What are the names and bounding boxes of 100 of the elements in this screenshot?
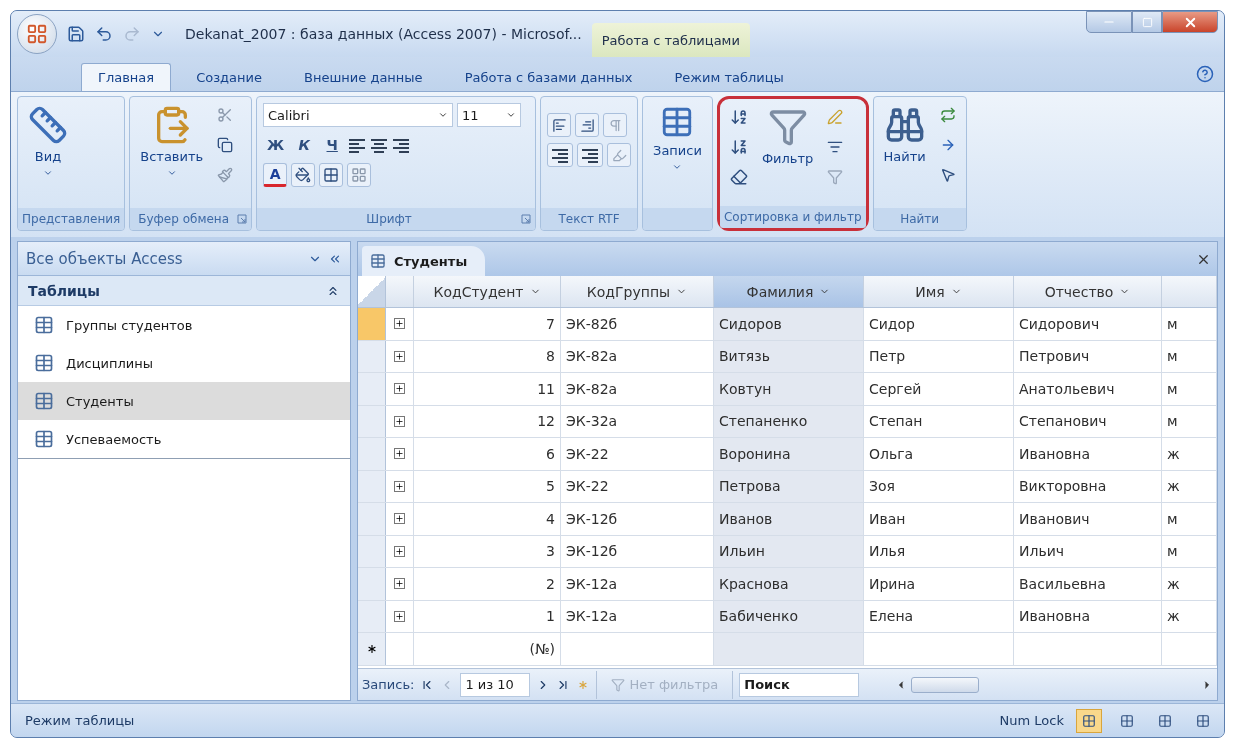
ribbon-tab[interactable]: Создание — [179, 63, 279, 91]
table-cell: Зоя — [864, 470, 1014, 502]
column-header[interactable]: Фамилия — [714, 276, 864, 307]
nav-item[interactable]: Успеваемость — [18, 420, 350, 458]
outdent-button[interactable] — [575, 113, 600, 137]
font-name-value: Calibri — [268, 107, 310, 123]
font-color-button[interactable]: A — [263, 163, 288, 187]
table-cell: Сидорович — [1014, 308, 1162, 340]
table-cell: Васильевна — [1014, 568, 1162, 600]
search-field[interactable]: Поиск — [739, 672, 860, 697]
record-position-field[interactable]: 1 из 10 — [460, 672, 531, 697]
expand-icon[interactable] — [394, 545, 405, 557]
undo-icon[interactable] — [95, 25, 113, 43]
section-header[interactable]: Таблицы — [18, 276, 350, 306]
gridlines-button[interactable] — [319, 163, 344, 187]
indent-button[interactable] — [547, 113, 572, 137]
group-label: Найти — [873, 208, 966, 230]
save-icon[interactable] — [67, 25, 85, 43]
table-cell: ж — [1162, 470, 1217, 502]
records-button[interactable]: Записи — [649, 103, 706, 174]
row-color-button[interactable] — [347, 163, 372, 187]
font-style-button[interactable]: Ж — [263, 133, 289, 157]
column-header[interactable]: Отчество — [1014, 276, 1162, 307]
table-cell: 1 — [414, 600, 561, 632]
expand-icon[interactable] — [394, 610, 405, 622]
bullet-list-button[interactable] — [577, 143, 604, 167]
grid-icon — [1082, 713, 1096, 728]
table-cell: м — [1162, 308, 1217, 340]
table-cell: Илья — [864, 535, 1014, 567]
expand-icon[interactable] — [394, 318, 405, 330]
table-icon — [34, 353, 54, 373]
table-cell: 11 — [414, 373, 561, 405]
table-cell: Бабиченко — [714, 600, 864, 632]
table-cell: Степан — [864, 405, 1014, 437]
scrollbar-thumb[interactable] — [911, 676, 980, 693]
font-size-value: 11 — [462, 107, 479, 123]
table-cell: Воронина — [714, 438, 864, 470]
maximize-button[interactable] — [1132, 11, 1162, 33]
table-cell: 2 — [414, 568, 561, 600]
table-cell: Елена — [864, 600, 1014, 632]
column-header[interactable]: КодСтудент — [414, 276, 561, 307]
dialog-launcher-icon[interactable] — [237, 214, 248, 224]
table-icon — [34, 391, 54, 411]
font-size-field[interactable]: 11 — [457, 103, 522, 127]
expand-icon[interactable] — [394, 383, 405, 395]
nav-item[interactable]: Студенты — [18, 382, 350, 420]
help-button[interactable] — [1196, 65, 1214, 83]
fill-color-button[interactable] — [291, 163, 316, 187]
ribbon-tab[interactable]: Внешние данные — [287, 63, 440, 91]
ribbon-tab[interactable]: Работа с базами данных — [447, 63, 650, 91]
expand-icon[interactable] — [394, 415, 405, 427]
expand-icon[interactable] — [394, 350, 405, 362]
table-cell: Сергей — [864, 373, 1014, 405]
paragraph-button[interactable] — [603, 113, 628, 137]
grid-icon — [1120, 713, 1134, 728]
view-switch-button[interactable] — [1076, 708, 1102, 733]
numbered-list-button[interactable] — [547, 143, 574, 167]
expand-icon[interactable] — [394, 480, 405, 492]
expand-icon[interactable] — [394, 578, 405, 590]
align-right-icon — [392, 136, 411, 154]
nav-item[interactable]: Группы студентов — [18, 306, 350, 344]
column-header[interactable]: Имя — [864, 276, 1014, 307]
indent-icon — [551, 117, 567, 133]
table-cell: Иванов — [714, 503, 864, 535]
minimize-button[interactable] — [1086, 11, 1132, 33]
table-cell: Петр — [864, 340, 1014, 372]
table-cell: Ивановна — [1014, 600, 1162, 632]
ribbon-tab[interactable]: Режим таблицы — [657, 63, 801, 91]
table-cell: Петрова — [714, 470, 864, 502]
table-cell: Ирина — [864, 568, 1014, 600]
filter-button[interactable]: Фильтр — [757, 105, 818, 168]
expand-icon[interactable] — [394, 448, 405, 460]
font-name-field[interactable]: Calibri — [263, 103, 454, 127]
caret-icon — [166, 168, 177, 178]
nav-item[interactable]: Дисциплины — [18, 344, 350, 382]
pane-title: Все объекты Access — [26, 249, 184, 268]
table-cell: Анатольевич — [1014, 373, 1162, 405]
caret-icon — [672, 162, 683, 172]
font-style-button[interactable]: Ч — [320, 133, 345, 157]
office-button[interactable] — [17, 14, 57, 54]
group-label: Текст RTF — [541, 208, 638, 230]
table-cell: Сидор — [864, 308, 1014, 340]
group-label: Сортировка и фильтр — [719, 206, 866, 228]
ribbon-tab[interactable]: Главная — [81, 63, 172, 91]
view-button[interactable]: Вид — [24, 103, 72, 180]
grid-icon — [1196, 713, 1210, 728]
document-tab[interactable]: Студенты — [362, 246, 486, 276]
scissors-icon — [217, 107, 234, 123]
close-button[interactable] — [1162, 11, 1218, 33]
find-button[interactable]: Найти — [879, 103, 930, 166]
paste-button[interactable]: Вставить — [136, 103, 208, 180]
caret-icon — [438, 110, 449, 120]
expand-icon[interactable] — [394, 513, 405, 525]
font-style-button[interactable]: К — [292, 133, 317, 157]
funnel-icon — [611, 677, 626, 692]
binoculars-icon — [884, 105, 925, 145]
filter-lines-icon — [827, 139, 844, 155]
pen-icon — [827, 109, 844, 125]
paint-bucket-icon — [295, 167, 312, 183]
dialog-launcher-icon[interactable] — [521, 214, 532, 224]
